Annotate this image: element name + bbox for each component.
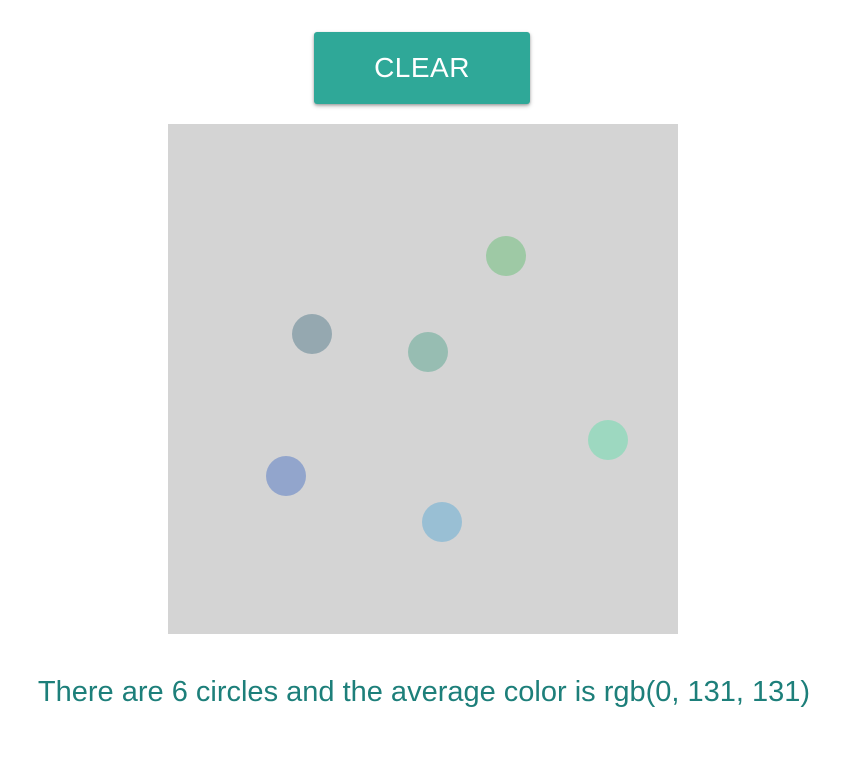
circle [292,314,332,354]
circle [486,236,526,276]
circle [266,456,306,496]
circle [422,502,462,542]
status-text: There are 6 circles and the average colo… [37,676,811,708]
page: CLEAR There are 6 circles and the averag… [0,0,848,770]
circle [588,420,628,460]
circle [408,332,448,372]
drawing-canvas[interactable] [168,124,678,634]
clear-button[interactable]: CLEAR [314,32,530,104]
